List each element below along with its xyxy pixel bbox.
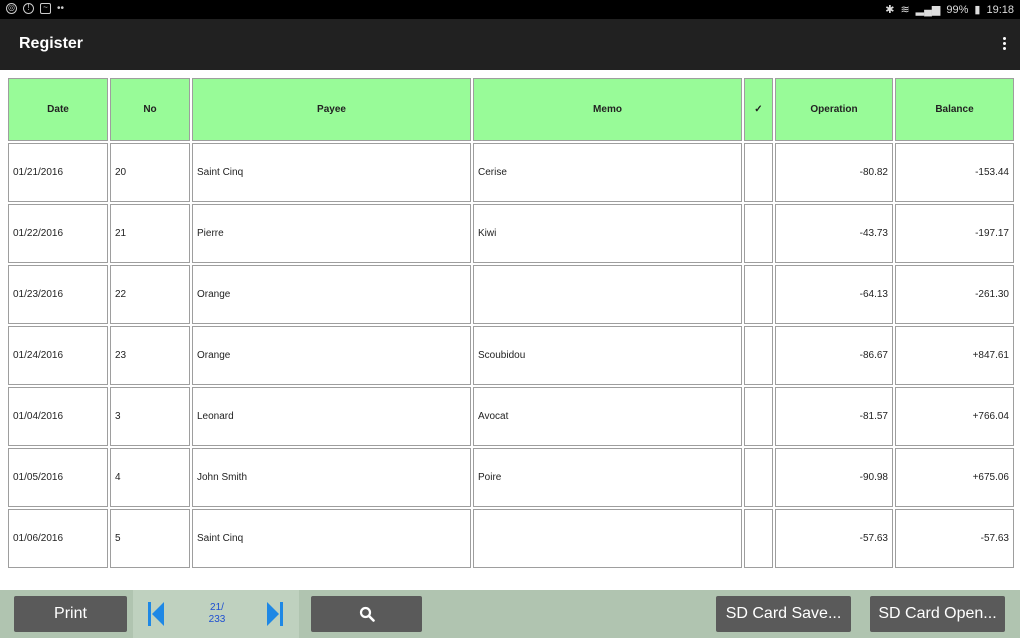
cell-payee: Pierre — [192, 204, 471, 263]
table-row[interactable]: 01/21/2016 20 Saint Cinq Cerise -80.82 -… — [8, 143, 1014, 202]
cell-cleared[interactable] — [744, 326, 773, 385]
cell-memo: Scoubidou — [473, 326, 742, 385]
cell-payee: Leonard — [192, 387, 471, 446]
cell-balance: +847.61 — [895, 326, 1014, 385]
cell-date: 01/06/2016 — [8, 509, 108, 568]
cell-date: 01/04/2016 — [8, 387, 108, 446]
cell-payee: John Smith — [192, 448, 471, 507]
cell-balance: -197.17 — [895, 204, 1014, 263]
cell-memo — [473, 509, 742, 568]
col-header-memo[interactable]: Memo — [473, 78, 742, 141]
cell-cleared[interactable] — [744, 204, 773, 263]
cell-payee: Orange — [192, 265, 471, 324]
cell-balance: -261.30 — [895, 265, 1014, 324]
cell-balance: +675.06 — [895, 448, 1014, 507]
cell-cleared[interactable] — [744, 387, 773, 446]
register-table-container: Date No Payee Memo ✓ Operation Balance 0… — [6, 76, 1014, 570]
cell-cleared[interactable] — [744, 143, 773, 202]
status-bar: ◎ ! ~ •• ✱ ≋ ▂▄▆ 99% ▮ 19:18 — [0, 0, 1020, 19]
cell-balance: -57.63 — [895, 509, 1014, 568]
clock: 19:18 — [986, 3, 1014, 16]
wifi-icon: ≋ — [900, 4, 910, 16]
more-notifications-icon: •• — [57, 3, 65, 14]
cell-operation: -64.13 — [775, 265, 893, 324]
search-icon — [359, 606, 375, 622]
pagination: 21/ 233 — [133, 590, 299, 638]
battery-icon: ▮ — [974, 4, 981, 16]
cell-payee: Orange — [192, 326, 471, 385]
cell-memo: Avocat — [473, 387, 742, 446]
cell-operation: -90.98 — [775, 448, 893, 507]
cell-date: 01/05/2016 — [8, 448, 108, 507]
sd-card-open-button[interactable]: SD Card Open... — [870, 596, 1005, 632]
col-header-no[interactable]: No — [110, 78, 190, 141]
app-bar: Register — [0, 19, 1020, 70]
cell-payee: Saint Cinq — [192, 143, 471, 202]
cell-no: 23 — [110, 326, 190, 385]
cell-no: 3 — [110, 387, 190, 446]
cell-operation: -86.67 — [775, 326, 893, 385]
cell-balance: +766.04 — [895, 387, 1014, 446]
status-icons-right: ✱ ≋ ▂▄▆ 99% ▮ 19:18 — [885, 3, 1014, 17]
page-title: Register — [19, 35, 84, 52]
cell-no: 4 — [110, 448, 190, 507]
table-row[interactable]: 01/22/2016 21 Pierre Kiwi -43.73 -197.17 — [8, 204, 1014, 263]
cell-operation: -81.57 — [775, 387, 893, 446]
table-row[interactable]: 01/23/2016 22 Orange -64.13 -261.30 — [8, 265, 1014, 324]
cell-date: 01/23/2016 — [8, 265, 108, 324]
cell-date: 01/22/2016 — [8, 204, 108, 263]
activity-icon: ~ — [40, 3, 51, 14]
col-header-operation[interactable]: Operation — [775, 78, 893, 141]
table-row[interactable]: 01/05/2016 4 John Smith Poire -90.98 +67… — [8, 448, 1014, 507]
skip-last-icon[interactable] — [266, 602, 284, 626]
cell-cleared[interactable] — [744, 509, 773, 568]
info-icon: ! — [23, 3, 34, 14]
page-current: 21/ — [210, 602, 224, 613]
page-total: 233 — [208, 614, 226, 625]
col-header-date[interactable]: Date — [8, 78, 108, 141]
table-row[interactable]: 01/04/2016 3 Leonard Avocat -81.57 +766.… — [8, 387, 1014, 446]
cell-memo: Poire — [473, 448, 742, 507]
bluetooth-icon: ✱ — [885, 4, 895, 16]
status-icons-left: ◎ ! ~ •• — [6, 3, 64, 14]
register-table: Date No Payee Memo ✓ Operation Balance 0… — [6, 76, 1016, 570]
skip-first-icon[interactable] — [147, 602, 165, 626]
cell-memo — [473, 265, 742, 324]
col-header-payee[interactable]: Payee — [192, 78, 471, 141]
page-indicator: 21/ 233 — [197, 602, 237, 626]
battery-percent: 99% — [946, 3, 969, 16]
cell-operation: -43.73 — [775, 204, 893, 263]
cell-date: 01/21/2016 — [8, 143, 108, 202]
cell-payee: Saint Cinq — [192, 509, 471, 568]
cell-operation: -80.82 — [775, 143, 893, 202]
cell-cleared[interactable] — [744, 448, 773, 507]
cell-operation: -57.63 — [775, 509, 893, 568]
cell-cleared[interactable] — [744, 265, 773, 324]
col-header-cleared[interactable]: ✓ — [744, 78, 773, 141]
table-row[interactable]: 01/24/2016 23 Orange Scoubidou -86.67 +8… — [8, 326, 1014, 385]
sd-card-save-button[interactable]: SD Card Save... — [716, 596, 851, 632]
search-button[interactable] — [311, 596, 422, 632]
bottom-toolbar: Print 21/ 233 SD Card Save... SD Card Op… — [0, 590, 1020, 638]
print-button[interactable]: Print — [14, 596, 127, 632]
cell-memo: Cerise — [473, 143, 742, 202]
overflow-menu-icon[interactable] — [1000, 37, 1008, 53]
cell-no: 22 — [110, 265, 190, 324]
cell-balance: -153.44 — [895, 143, 1014, 202]
cell-no: 5 — [110, 509, 190, 568]
cell-date: 01/24/2016 — [8, 326, 108, 385]
signal-icon: ▂▄▆ — [915, 4, 941, 16]
cell-no: 20 — [110, 143, 190, 202]
table-header-row: Date No Payee Memo ✓ Operation Balance — [8, 78, 1014, 141]
sync-icon: ◎ — [6, 3, 17, 14]
table-row[interactable]: 01/06/2016 5 Saint Cinq -57.63 -57.63 — [8, 509, 1014, 568]
cell-no: 21 — [110, 204, 190, 263]
cell-memo: Kiwi — [473, 204, 742, 263]
col-header-balance[interactable]: Balance — [895, 78, 1014, 141]
